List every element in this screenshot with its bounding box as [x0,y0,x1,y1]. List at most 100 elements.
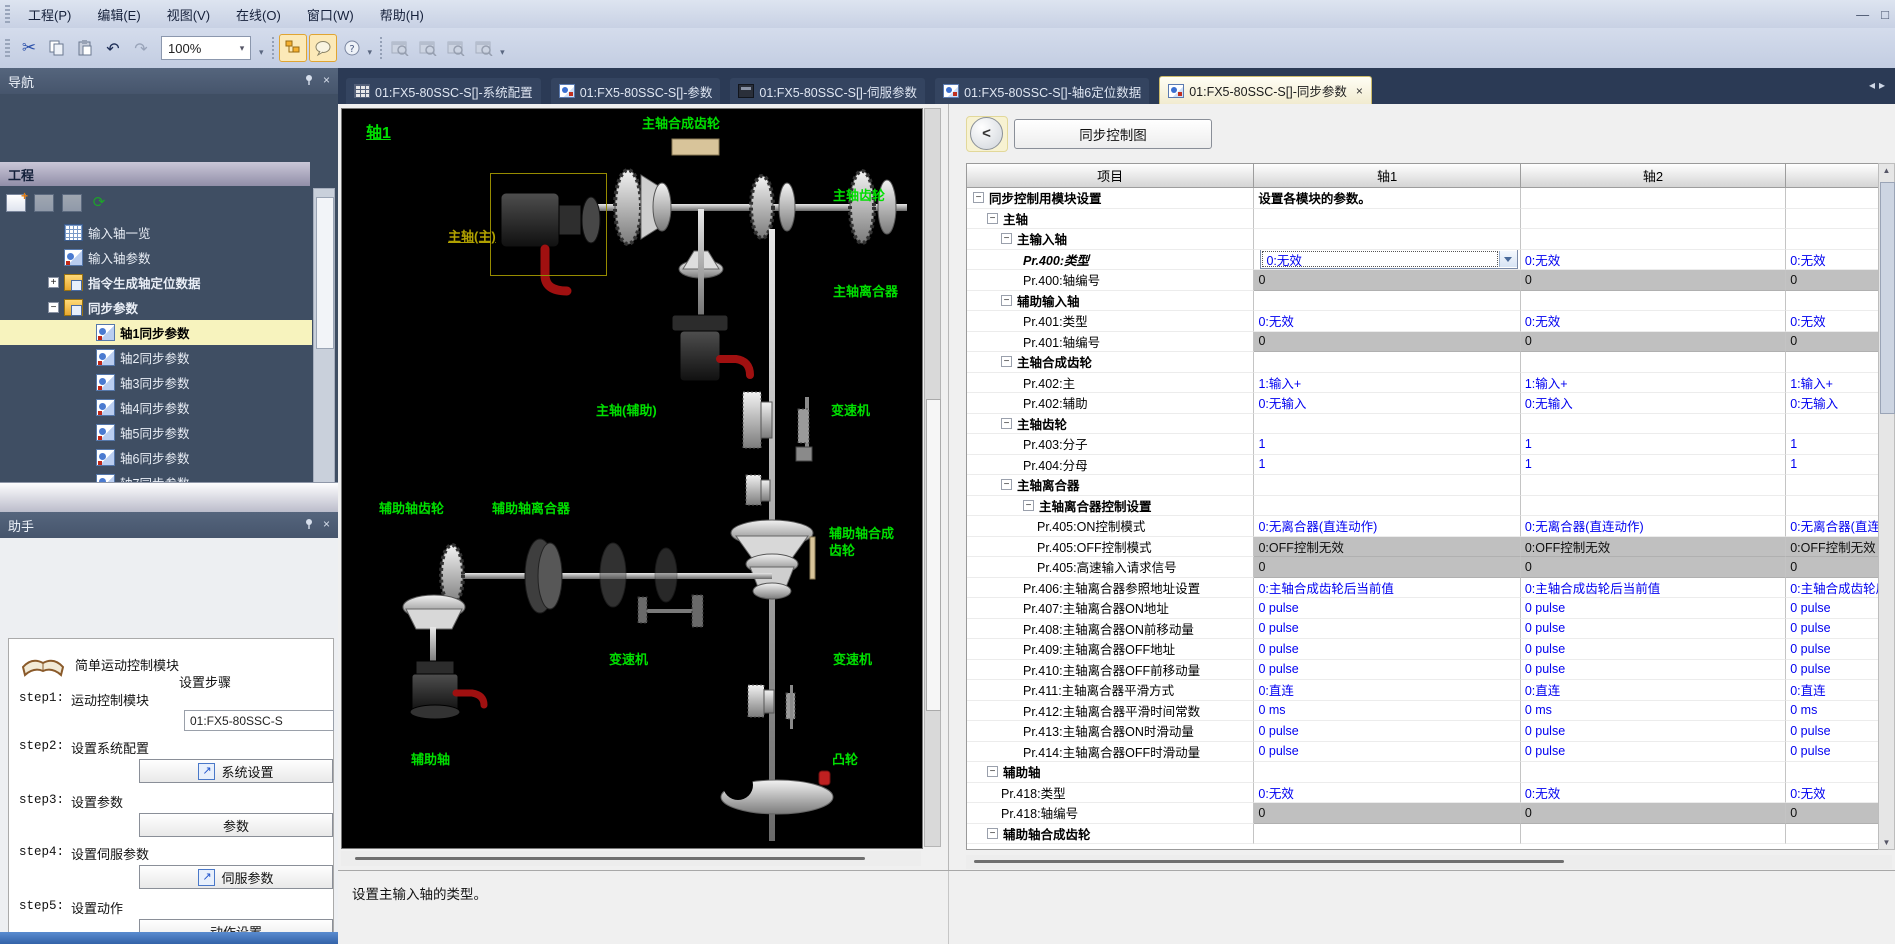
collapse-icon[interactable]: − [1023,500,1034,511]
step-button-系统设置[interactable]: ↗系统设置 [139,759,333,783]
close-icon[interactable]: × [323,517,330,531]
param-value-cell[interactable] [1254,352,1520,373]
diagram-vscroll-thumb[interactable] [926,399,941,711]
param-value-cell[interactable]: 0 [1254,332,1520,353]
nav-scrollbar-thumb[interactable] [316,197,334,349]
param-value-cell[interactable]: 1 [1254,455,1520,476]
cut-button[interactable]: ✂ [16,35,42,61]
back-button[interactable]: < [970,117,1003,150]
scroll-up-icon[interactable]: ▲ [1879,166,1894,175]
sync-control-diagram-button[interactable]: 同步控制图 [1014,119,1212,149]
param-item-cell[interactable]: Pr.408:主轴离合器ON前移动量 [967,619,1254,640]
param-item-cell[interactable]: Pr.412:主轴离合器平滑时间常数 [967,701,1254,722]
expand-icon[interactable]: + [48,277,59,288]
table-vscroll-thumb[interactable] [1880,182,1895,414]
param-item-cell[interactable]: Pr.404:分母 [967,455,1254,476]
param-item-cell[interactable]: −主轴离合器控制设置 [967,496,1254,517]
param-value-cell[interactable] [1254,496,1520,517]
param-item-cell[interactable]: Pr.407:主轴离合器ON地址 [967,598,1254,619]
column-header-轴2[interactable]: 轴2 [1521,164,1786,187]
pin-icon[interactable] [303,74,315,86]
param-value-cell[interactable]: 0 [1786,270,1891,291]
param-value-cell[interactable]: 0 [1254,803,1520,824]
tree-item-输入轴一览[interactable]: 输入轴一览 [0,220,312,245]
collapse-icon[interactable]: − [1001,418,1012,429]
menu-item-6[interactable]: 帮助(H) [367,1,437,28]
param-value-cell[interactable]: 1 [1521,455,1786,476]
collapse-icon[interactable]: − [987,766,998,777]
navigation-window-toggle[interactable] [279,34,307,62]
param-value-cell[interactable] [1786,762,1891,783]
param-value-cell[interactable]: 0 pulse [1521,619,1786,640]
param-value-cell[interactable]: 0:无效 [1521,250,1786,271]
param-value-cell[interactable] [1786,229,1891,250]
param-value-cell[interactable] [1521,414,1786,435]
param-value-cell[interactable] [1786,352,1891,373]
param-value-cell[interactable]: 0 [1786,557,1891,578]
param-value-cell[interactable]: 0 pulse [1786,660,1891,681]
window-view-button-2[interactable] [415,35,441,61]
param-value-cell[interactable]: 0:无效 [1254,783,1520,804]
param-item-cell[interactable]: −同步控制用模块设置 [967,188,1254,209]
tree-item-轴5同步参数[interactable]: 轴5同步参数 [0,420,312,445]
column-header-hidden[interactable] [1786,164,1891,187]
diagram-horizontal-scrollbar[interactable] [341,851,921,866]
param-value-cell[interactable]: 0 pulse [1254,742,1520,763]
pane-divider[interactable] [948,104,949,870]
param-value-cell[interactable]: 0 pulse [1786,721,1891,742]
param-value-cell[interactable] [1521,209,1786,230]
param-value-cell[interactable] [1786,475,1891,496]
param-value-cell[interactable]: 0:无离合器(直连动作) [1786,516,1891,537]
param-value-cell[interactable]: 0 pulse [1254,598,1520,619]
param-value-cell[interactable]: 0:无输入 [1521,393,1786,414]
tab-scroll-left-icon[interactable]: ◂ [1869,78,1879,92]
tab-scroll-arrows[interactable]: ◂▸ [1869,78,1889,92]
toolbar-overflow-icon[interactable]: ▾ [500,47,505,58]
menu-item-4[interactable]: 在线(O) [223,1,294,28]
param-value-cell[interactable]: 0:无效 [1786,250,1891,271]
close-tab-icon[interactable]: × [1356,84,1363,98]
param-value-cell[interactable]: 0:直连 [1254,680,1520,701]
param-value-cell[interactable] [1521,229,1786,250]
param-value-cell[interactable]: 0:无效 [1254,250,1520,271]
param-value-cell[interactable]: 0 pulse [1521,721,1786,742]
step-button-参数[interactable]: 参数 [139,813,333,837]
value-combobox[interactable]: 0:无效 [1260,250,1517,270]
param-value-cell[interactable] [1254,291,1520,312]
column-header-轴1[interactable]: 轴1 [1254,164,1520,187]
param-value-cell[interactable] [1786,188,1891,209]
param-item-cell[interactable]: −主轴齿轮 [967,414,1254,435]
param-value-cell[interactable] [1786,496,1891,517]
param-item-cell[interactable]: Pr.400:类型 [967,250,1254,271]
param-value-cell[interactable]: 0 [1786,803,1891,824]
param-item-cell[interactable]: Pr.403:分子 [967,434,1254,455]
param-value-cell[interactable]: 1:输入+ [1521,373,1786,394]
param-item-cell[interactable]: Pr.418:类型 [967,783,1254,804]
window-view-button-1[interactable] [387,35,413,61]
param-value-cell[interactable]: 0:主轴合成齿轮后当前值 [1786,578,1891,599]
param-item-cell[interactable]: Pr.405:高速输入请求信号 [967,557,1254,578]
param-value-cell[interactable]: 0:主轴合成齿轮后当前值 [1521,578,1786,599]
param-value-cell[interactable]: 0:无效 [1254,311,1520,332]
tab-5[interactable]: 01:FX5-80SSC-S[]-同步参数× [1159,76,1372,104]
param-value-cell[interactable]: 0 pulse [1786,639,1891,660]
chevron-down-icon[interactable] [1499,251,1517,267]
param-value-cell[interactable]: 0:OFF控制无效 [1254,537,1520,558]
tab-4[interactable]: 01:FX5-80SSC-S[]-轴6定位数据 [935,78,1149,104]
param-value-cell[interactable] [1521,496,1786,517]
menu-item-1[interactable]: 工程(P) [15,1,84,28]
menu-item-2[interactable]: 编辑(E) [84,1,153,28]
param-item-cell[interactable]: −主轴 [967,209,1254,230]
tab-scroll-right-icon[interactable]: ▸ [1879,78,1889,92]
param-item-cell[interactable]: Pr.401:类型 [967,311,1254,332]
param-value-cell[interactable]: 0 [1786,332,1891,353]
param-item-cell[interactable]: −主轴离合器 [967,475,1254,496]
param-value-cell[interactable] [1521,188,1786,209]
param-value-cell[interactable] [1786,209,1891,230]
param-value-cell[interactable]: 0:直连 [1786,680,1891,701]
scroll-down-icon[interactable]: ▼ [1879,838,1894,847]
tree-item-同步参数[interactable]: −同步参数 [0,295,312,320]
param-item-cell[interactable]: Pr.405:ON控制模式 [967,516,1254,537]
collapse-icon[interactable]: − [987,213,998,224]
param-value-cell[interactable]: 0 pulse [1254,619,1520,640]
